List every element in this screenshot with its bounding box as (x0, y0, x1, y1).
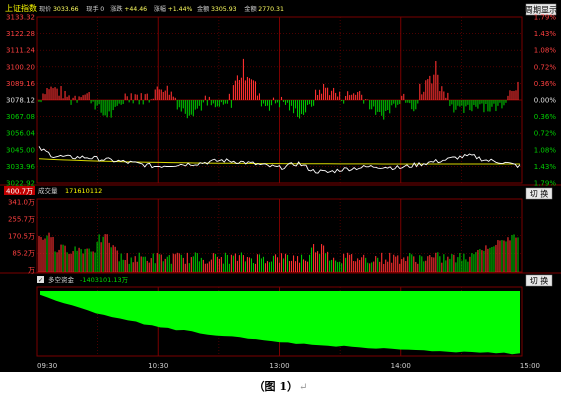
chart-canvas: 上证指数 现价 3033.66 现手 0 涨跌 +44.46 涨幅 +1.44% 金额 3305.… (0, 3, 561, 370)
status-value: 3033.66 (53, 6, 79, 13)
volume-bars (38, 232, 519, 272)
status-label: 金额 (244, 5, 257, 13)
percent-axis-right: 1.79% 1.43% 1.08% 0.72% 0.36% 0.00% 0.36% 0.72%… (534, 14, 557, 188)
price-tick: 3133.32 (6, 14, 35, 22)
caption-text: （图 1） (253, 380, 299, 393)
percent-tick: 1.08% (534, 47, 557, 55)
percent-tick: 0.00% (534, 97, 557, 105)
percent-tick: 0.72% (534, 63, 557, 71)
status-value: +44.46 (124, 6, 147, 13)
volume-switch-button[interactable]: 切 换 (525, 187, 553, 200)
figure-caption: （图 1）↵ (0, 378, 561, 394)
price-tick: 3056.04 (6, 130, 35, 138)
volume-current-value: 400.7万 (6, 188, 33, 196)
price-tick: 3100.20 (6, 63, 35, 71)
price-tick: 3122.28 (6, 30, 35, 38)
price-tick: 3045.00 (6, 146, 35, 154)
time-axis: 09:30 10:30 13:00 14:00 15:00 (37, 362, 540, 370)
time-tick: 15:00 (520, 362, 540, 370)
price-tick: 3111.24 (6, 47, 35, 55)
time-tick: 09:30 (37, 362, 57, 370)
volume-tick: 85.2万 (12, 249, 35, 257)
percent-tick: 1.08% (534, 146, 557, 154)
volume-value: 171610112 (65, 187, 102, 195)
percent-tick: 1.43% (534, 30, 557, 38)
price-tick: 3078.12 (6, 97, 35, 105)
price-tick: 3033.96 (6, 163, 35, 171)
intraday-volume-diff-bars (38, 58, 519, 120)
status-label: 金额 (197, 5, 210, 13)
time-tick: 13:00 (269, 362, 289, 370)
price-tick: 3089.16 (6, 80, 35, 88)
volume-label: 成交量 (38, 186, 58, 195)
percent-tick: 0.36% (534, 80, 557, 88)
volume-tick: 170.5万 (8, 233, 35, 241)
volume-tick: 255.7万 (8, 216, 35, 224)
percent-tick: 1.43% (534, 163, 557, 171)
volume-tick: 万 (28, 266, 35, 274)
status-label: 现手 (86, 5, 98, 13)
time-tick: 14:00 (391, 362, 411, 370)
status-row: 现价 3033.66 现手 0 涨跌 +44.46 涨幅 +1.44% 金额 3305.93 金额 2… (39, 5, 284, 13)
intraday-chart: 上证指数 现价 3033.66 现手 0 涨跌 +44.46 涨幅 +1.44% 金额 3305.… (0, 0, 561, 372)
percent-tick: 0.72% (534, 130, 557, 138)
status-value: 3305.93 (211, 6, 237, 13)
fund-switch-button[interactable]: 切 换 (525, 274, 553, 287)
status-value: 0 (100, 6, 104, 13)
percent-tick: 0.36% (534, 113, 557, 121)
svg-text:切 换: 切 换 (530, 276, 549, 286)
price-axis-left: 3133.32 3122.28 3111.24 3100.20 3089.16 3078.… (6, 14, 35, 188)
time-tick: 10:30 (148, 362, 168, 370)
fund-label: 多空资金 (48, 275, 75, 284)
fund-checkbox-mark: ✓ (38, 277, 43, 284)
status-label: 现价 (39, 6, 51, 13)
status-label: 涨幅 (154, 5, 166, 13)
index-title: 上证指数 (5, 3, 37, 13)
price-tick: 3067.08 (6, 113, 35, 121)
volume-tick: 341.0万 (8, 199, 35, 207)
percent-tick: 1.79% (534, 14, 557, 22)
svg-text:切 换: 切 换 (530, 189, 549, 199)
volume-axis: 341.0万 255.7万 170.5万 85.2万万 (8, 199, 35, 275)
return-mark: ↵ (299, 382, 308, 393)
percent-tick: 1.79% (534, 180, 557, 188)
fund-value: -1403101.13万 (80, 276, 129, 284)
status-value: +1.44% (168, 6, 193, 13)
status-value: 2770.31 (258, 6, 284, 13)
status-label: 涨跌 (110, 5, 122, 13)
